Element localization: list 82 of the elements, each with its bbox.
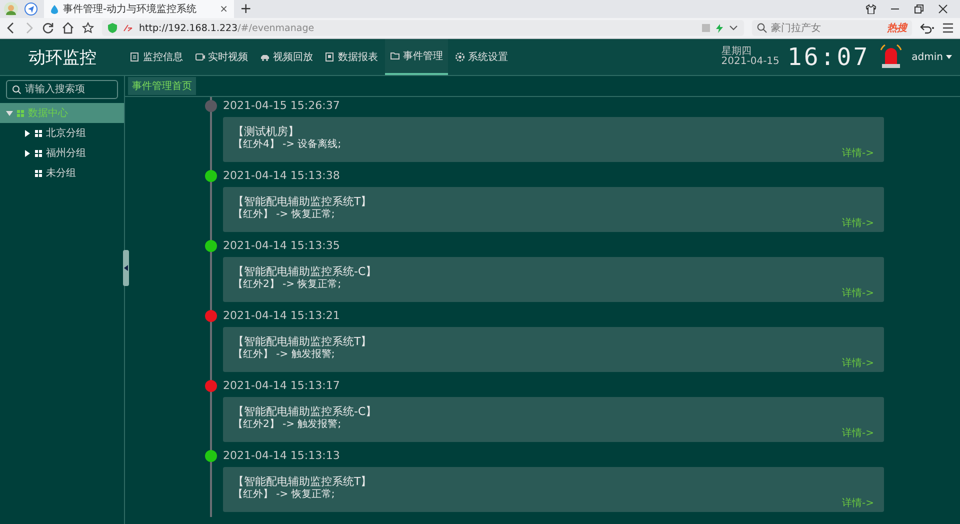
event-detail: 【红外2】 -> 触发报警; bbox=[233, 418, 342, 432]
close-tab-button[interactable]: × bbox=[220, 4, 228, 14]
caret-left-icon bbox=[124, 265, 128, 271]
caret-down-icon bbox=[6, 110, 13, 116]
nav-tab[interactable]: 事件管理 bbox=[385, 39, 448, 75]
user-menu[interactable]: admin bbox=[912, 52, 952, 62]
search-icon bbox=[12, 85, 21, 94]
report-icon bbox=[325, 52, 335, 62]
alarm-light-icon[interactable] bbox=[878, 44, 904, 70]
address-bar[interactable]: http://192.168.1.223/#/evenmanage bbox=[102, 20, 744, 36]
shirt-icon[interactable] bbox=[866, 4, 876, 14]
browser-tab[interactable]: 事件管理-动力与环境监控系统 × bbox=[44, 0, 234, 18]
cloud-icon bbox=[50, 4, 59, 14]
collapse-handle[interactable] bbox=[123, 250, 129, 286]
nav-tab[interactable]: 实时视频 bbox=[190, 39, 253, 75]
nav-tab[interactable]: 监控信息 bbox=[125, 39, 188, 75]
event-time: 2021-04-14 15:13:13 bbox=[223, 449, 341, 463]
search-suggestion: 豪门拉产女 bbox=[771, 22, 821, 35]
details-link[interactable]: 详情-> bbox=[842, 496, 874, 510]
camera-icon bbox=[195, 52, 205, 62]
caret-right-icon bbox=[24, 130, 31, 136]
app-title: 动环监控 bbox=[28, 46, 98, 68]
event-time: 2021-04-14 15:13:17 bbox=[223, 379, 341, 393]
event-time: 2021-04-14 15:13:35 bbox=[223, 239, 341, 253]
date-label: 2021-04-15 bbox=[721, 57, 780, 67]
avatar-icon[interactable] bbox=[4, 2, 18, 16]
event-time: 2021-04-14 15:13:38 bbox=[223, 169, 341, 183]
details-link[interactable]: 详情-> bbox=[842, 356, 874, 370]
caret-down-icon bbox=[946, 55, 952, 59]
details-link[interactable]: 详情-> bbox=[842, 146, 874, 160]
event-title: 【测试机房】 bbox=[233, 125, 300, 138]
nav-tab[interactable]: 系统设置 bbox=[450, 39, 513, 75]
navigation-icon[interactable] bbox=[24, 2, 38, 16]
nav-tab[interactable]: 视频回放 bbox=[255, 39, 318, 75]
undo-icon[interactable] bbox=[920, 22, 934, 34]
menu-icon[interactable] bbox=[942, 23, 954, 33]
restore-icon[interactable] bbox=[914, 4, 924, 14]
event-title: 【智能配电辅助监控系统T】 bbox=[233, 475, 373, 488]
document-icon bbox=[130, 52, 140, 62]
details-link[interactable]: 详情-> bbox=[842, 216, 874, 230]
grid-icon bbox=[35, 150, 42, 156]
search-icon bbox=[757, 23, 767, 33]
breadcrumb-tab[interactable]: 事件管理首页 bbox=[128, 77, 196, 95]
car-icon bbox=[260, 52, 270, 62]
search-field[interactable]: 豪门拉产女 热搜 bbox=[752, 20, 912, 36]
event-title: 【智能配电辅助监控系统T】 bbox=[233, 195, 373, 208]
event-title: 【智能配电辅助监控系统-C】 bbox=[233, 265, 378, 278]
event-detail: 【红外】 -> 触发报警; bbox=[233, 348, 336, 362]
grid-icon bbox=[35, 170, 42, 176]
reload-icon[interactable] bbox=[42, 22, 54, 34]
star-icon[interactable] bbox=[82, 22, 94, 34]
event-time: 2021-04-15 15:26:37 bbox=[223, 99, 341, 113]
search-field[interactable]: 请输入搜索项 bbox=[6, 80, 118, 99]
weekday-label: 星期四 bbox=[721, 47, 752, 57]
tree-item[interactable]: 未分组 bbox=[0, 163, 124, 183]
grid-icon bbox=[35, 130, 42, 136]
shield-icon bbox=[108, 23, 117, 33]
url-text: http://192.168.1.223/#/evenmanage bbox=[139, 22, 314, 34]
event-detail: 【红外4】 -> 设备离线; bbox=[233, 138, 342, 152]
event-time: 2021-04-14 15:13:21 bbox=[223, 309, 341, 323]
event-detail: 【红外2】 -> 恢复正常; bbox=[233, 278, 342, 292]
details-link[interactable]: 详情-> bbox=[842, 286, 874, 300]
grid-icon bbox=[17, 110, 24, 116]
event-title: 【智能配电辅助监控系统-C】 bbox=[233, 405, 378, 418]
details-link[interactable]: 详情-> bbox=[842, 426, 874, 440]
event-title: 【智能配电辅助监控系统T】 bbox=[233, 335, 373, 348]
tracking-off-icon bbox=[123, 24, 133, 32]
close-icon[interactable] bbox=[938, 4, 948, 14]
gear-icon bbox=[455, 52, 465, 62]
clock-time: 16:07 bbox=[787, 43, 870, 71]
tab-title: 事件管理-动力与环境监控系统 bbox=[63, 2, 197, 16]
caret-right-icon bbox=[24, 150, 31, 156]
back-icon[interactable] bbox=[6, 22, 16, 34]
event-detail: 【红外】 -> 恢复正常; bbox=[233, 208, 336, 222]
home-icon[interactable] bbox=[62, 22, 74, 34]
chevron-down-icon[interactable] bbox=[729, 25, 738, 31]
tree-item[interactable]: 福州分组 bbox=[0, 143, 124, 163]
new-tab-button[interactable]: + bbox=[240, 1, 252, 17]
folder-icon bbox=[390, 51, 400, 61]
tree-item[interactable]: 北京分组 bbox=[0, 123, 124, 143]
nav-tab[interactable]: 数据报表 bbox=[320, 39, 383, 75]
event-detail: 【红外】 -> 恢复正常; bbox=[233, 488, 336, 502]
